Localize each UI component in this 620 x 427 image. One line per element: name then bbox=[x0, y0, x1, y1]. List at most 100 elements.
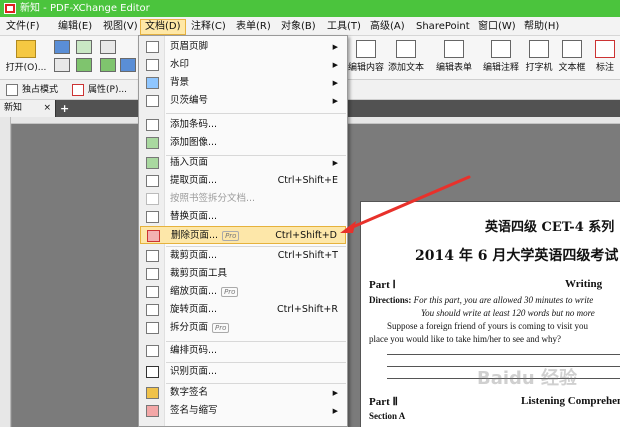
edit-annotation-label: 编辑注释 bbox=[482, 63, 519, 73]
menu-item-label: 旋转页面... bbox=[170, 304, 218, 315]
edit-form-icon bbox=[444, 40, 464, 58]
menu-comment[interactable]: 注释(C) bbox=[187, 19, 230, 35]
rotate-icon bbox=[146, 304, 159, 316]
edit-form-label: 编辑表单 bbox=[435, 63, 472, 73]
menu-item-bates-numbering[interactable]: 贝茨编号 ▶ bbox=[140, 92, 346, 110]
pdf-page[interactable]: 英语四级 CET-4 系列 2014 年 6 月大学英语四级考试 Part Ⅰ … bbox=[360, 201, 620, 427]
menu-item-replace-pages[interactable]: 替换页面... bbox=[140, 208, 346, 226]
redo-icon[interactable] bbox=[120, 58, 136, 72]
menu-item-label: 缩放页面... Pro bbox=[170, 283, 239, 301]
menu-item-background[interactable]: 背景 ▶ bbox=[140, 74, 346, 92]
open-label: 打开(O)... bbox=[5, 63, 47, 73]
edit-content-button[interactable]: 编辑内容 bbox=[347, 40, 385, 76]
menu-item-label: 删除页面... Pro bbox=[171, 227, 240, 245]
menu-item-scale-pages[interactable]: 缩放页面... Pro bbox=[140, 283, 346, 301]
directions-line: Directions: For this part, you are allow… bbox=[369, 295, 593, 305]
menu-file[interactable]: 文件(F) bbox=[2, 19, 44, 35]
email-icon[interactable] bbox=[76, 40, 92, 54]
menu-item-label: 签名与缩写 bbox=[170, 405, 218, 416]
print-icon[interactable] bbox=[54, 58, 70, 72]
menu-item-ocr-pages[interactable]: 识别页面... bbox=[140, 363, 346, 381]
submenu-arrow-icon: ▶ bbox=[332, 159, 338, 167]
menu-sharepoint[interactable]: SharePoint bbox=[412, 19, 474, 35]
menu-item-page-numbering[interactable]: 编排页码... bbox=[140, 342, 346, 360]
menu-item-add-image[interactable]: 添加图像... bbox=[140, 134, 346, 152]
sign-initials-icon bbox=[146, 405, 159, 417]
menu-form[interactable]: 表单(R) bbox=[232, 19, 275, 35]
shortcut-label: Ctrl+Shift+T bbox=[277, 250, 338, 261]
menu-tools[interactable]: 工具(T) bbox=[323, 19, 365, 35]
pro-badge: Pro bbox=[212, 322, 230, 333]
writing-label: Writing bbox=[565, 278, 603, 290]
exclusive-mode-button[interactable]: 独占模式 bbox=[6, 83, 58, 97]
menu-help[interactable]: 帮助(H) bbox=[520, 19, 563, 35]
menu-item-label: 水印 bbox=[170, 59, 190, 70]
textbox-label: 文本框 bbox=[558, 63, 586, 73]
new-tab-button[interactable]: + bbox=[60, 100, 69, 117]
textbox-icon bbox=[562, 40, 582, 58]
menu-item-label: 替换页面... bbox=[170, 211, 218, 222]
callout-label: 标注 bbox=[595, 63, 614, 73]
document-menu-dropdown: 页眉页脚 ▶ 水印 ▶ 背景 ▶ 贝茨编号 ▶ 添加条码... 添加图像... … bbox=[138, 35, 348, 427]
menu-advanced[interactable]: 高级(A) bbox=[366, 19, 409, 35]
document-tab[interactable]: 新知 × bbox=[0, 100, 56, 117]
menu-item-sign-initials[interactable]: 签名与缩写 ▶ bbox=[140, 402, 346, 420]
add-text-icon bbox=[396, 40, 416, 58]
textbox-button[interactable]: 文本框 bbox=[556, 40, 588, 76]
directions-label: Directions: bbox=[369, 295, 412, 305]
edit-content-icon bbox=[356, 40, 376, 58]
part-one-label: Part Ⅰ bbox=[369, 279, 396, 291]
edit-form-button[interactable]: 编辑表单 bbox=[434, 40, 474, 76]
callout-button[interactable]: 标注 bbox=[590, 40, 620, 76]
typewriter-button[interactable]: 打字机 bbox=[523, 40, 555, 76]
properties-icon bbox=[72, 84, 84, 96]
forward-arrow-icon[interactable] bbox=[100, 58, 116, 72]
exclusive-mode-icon bbox=[6, 84, 18, 96]
menu-item-rotate-pages[interactable]: 旋转页面... Ctrl+Shift+R bbox=[140, 301, 346, 319]
menu-view[interactable]: 视图(V) bbox=[99, 19, 142, 35]
menu-item-label: 页眉页脚 bbox=[170, 41, 209, 52]
shortcut-label: Ctrl+Shift+D bbox=[275, 230, 337, 241]
vertical-ruler bbox=[0, 117, 11, 427]
menu-item-delete-pages[interactable]: 删除页面... Pro Ctrl+Shift+D bbox=[140, 226, 346, 244]
menu-item-insert-pages[interactable]: 插入页面 ▶ bbox=[140, 154, 346, 172]
answer-rule bbox=[387, 354, 620, 355]
menu-item-label: 编排页码... bbox=[170, 345, 218, 356]
save-icon[interactable] bbox=[54, 40, 70, 54]
edit-annotation-icon bbox=[491, 40, 511, 58]
header-footer-icon bbox=[146, 41, 159, 53]
back-arrow-icon[interactable] bbox=[76, 58, 92, 72]
bates-icon bbox=[146, 95, 159, 107]
menu-item-extract-pages[interactable]: 提取页面... Ctrl+Shift+E bbox=[140, 172, 346, 190]
directions-line-2: You should write at least 120 words but … bbox=[421, 308, 595, 318]
menu-item-split-pages[interactable]: 拆分页面 Pro bbox=[140, 319, 346, 337]
properties-button[interactable]: 属性(P)... bbox=[72, 83, 127, 97]
close-tab-icon[interactable]: × bbox=[43, 100, 51, 117]
menu-object[interactable]: 对象(B) bbox=[277, 19, 320, 35]
menu-item-add-barcode[interactable]: 添加条码... bbox=[140, 116, 346, 134]
menu-edit[interactable]: 编辑(E) bbox=[54, 19, 96, 35]
open-button[interactable]: 打开(O)... bbox=[4, 40, 48, 76]
pro-badge: Pro bbox=[221, 286, 239, 297]
menu-item-crop-tool[interactable]: 裁剪页面工具 bbox=[140, 265, 346, 283]
submenu-arrow-icon: ▶ bbox=[332, 389, 338, 397]
menu-item-label: 背景 bbox=[170, 77, 190, 88]
folder-icon bbox=[16, 40, 36, 58]
menu-item-label: 数字签名 bbox=[170, 387, 209, 398]
menu-window[interactable]: 窗口(W) bbox=[474, 19, 520, 35]
background-icon bbox=[146, 77, 159, 89]
menu-document[interactable]: 文档(D) bbox=[140, 19, 186, 35]
barcode-icon bbox=[146, 119, 159, 131]
menu-item-label: 贝茨编号 bbox=[170, 95, 209, 106]
shortcut-label: Ctrl+Shift+E bbox=[277, 175, 338, 186]
menu-item-watermark[interactable]: 水印 ▶ bbox=[140, 56, 346, 74]
menu-item-label: 提取页面... bbox=[170, 175, 218, 186]
callout-icon bbox=[595, 40, 615, 58]
extract-pages-icon bbox=[146, 175, 159, 187]
menu-item-crop-pages[interactable]: 裁剪页面... Ctrl+Shift+T bbox=[140, 247, 346, 265]
undo-icon[interactable] bbox=[100, 40, 116, 54]
add-text-button[interactable]: 添加文本 bbox=[387, 40, 425, 76]
menu-item-header-footer[interactable]: 页眉页脚 ▶ bbox=[140, 38, 346, 56]
edit-annotation-button[interactable]: 编辑注释 bbox=[481, 40, 521, 76]
menu-item-digital-signature[interactable]: 数字签名 ▶ bbox=[140, 384, 346, 402]
